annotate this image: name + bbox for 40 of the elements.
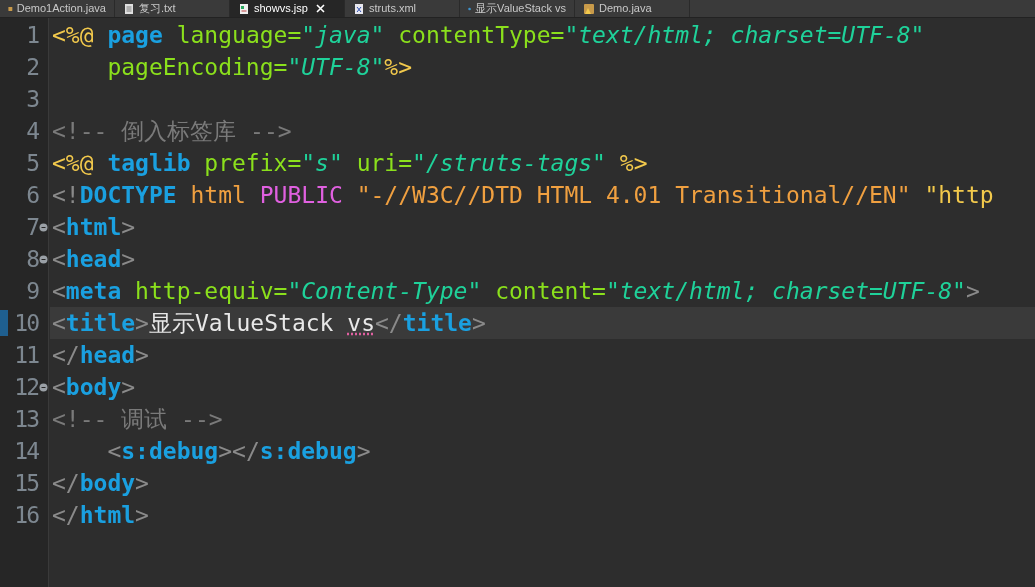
code-line: <s:debug></s:debug> [106,437,371,466]
code-line: pageEncoding="UTF-8"%> [106,53,413,82]
code-line: </body> [51,469,149,498]
line-number: 7 [26,213,38,242]
code-line: </html> [51,501,149,530]
jsp-file-icon [238,2,250,15]
code-line: <meta http-equiv="Content-Type" content="text/html; charset=UTF-8"> [51,277,980,306]
line-number: 16 [14,501,38,530]
code-line: <!-- 调试 --> [51,405,223,434]
xml-file-icon [353,2,365,15]
line-number: 12 [14,373,38,402]
line-number: 3 [26,85,38,114]
code-line: <%@ taglib prefix="s" uri="/struts-tags" %> [51,149,648,178]
line-number: 13 [14,405,38,434]
line-number: 8 [26,245,38,274]
editor-tab[interactable]: showvs.jsp [230,0,345,17]
code-line: <head> [51,245,136,274]
code-line: <html> [51,213,136,242]
code-line: <%@ page language="java" contentType="text/html; charset=UTF-8" [51,21,925,50]
line-number: 5 [26,149,38,178]
fold-icon[interactable] [39,382,48,392]
line-number: 4 [26,117,38,146]
line-number: 1 [26,21,38,50]
line-number: 9 [26,277,38,306]
line-number: 2 [26,53,38,82]
close-icon[interactable] [315,4,325,13]
line-number: 10 [14,309,38,338]
fold-icon[interactable] [39,222,48,232]
line-number: 15 [14,469,38,498]
line-number: 11 [14,341,38,370]
code-line: <title>显示ValueStack vs</title> [51,309,486,338]
fold-icon[interactable] [39,254,48,264]
line-number: 14 [14,437,38,466]
line-number: 6 [26,181,38,210]
code-line: <!DOCTYPE html PUBLIC "-//W3C//DTD HTML 4.01 Transitional//EN" "http [51,181,994,210]
code-line: <body> [51,373,136,402]
code-line: </head> [51,341,149,370]
java-file-warning-icon [583,2,595,15]
text-file-icon [123,2,135,15]
code-line: <!-- 倒入标签库 --> [51,117,292,146]
